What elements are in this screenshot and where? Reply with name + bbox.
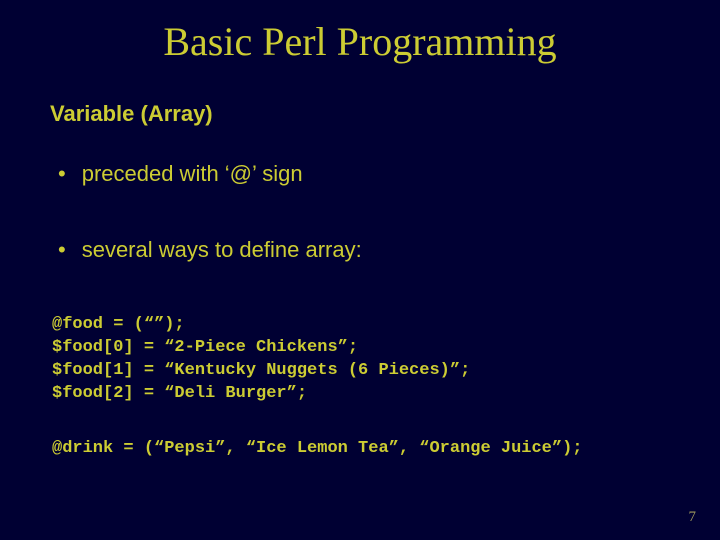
bullet-item: • several ways to define array: [58, 237, 670, 263]
bullet-dot-icon: • [58, 161, 66, 187]
slide: Basic Perl Programming Variable (Array) … [0, 0, 720, 540]
code-block-drink: @drink = (“Pepsi”, “Ice Lemon Tea”, “Ora… [52, 438, 670, 461]
code-block-food: @food = (“”); $food[0] = “2-Piece Chicke… [52, 314, 670, 406]
bullet-text: preceded with ‘@’ sign [82, 161, 303, 187]
slide-subtitle: Variable (Array) [50, 101, 670, 127]
slide-title: Basic Perl Programming [50, 18, 670, 65]
bullet-item: • preceded with ‘@’ sign [58, 161, 670, 187]
page-number: 7 [689, 509, 697, 526]
bullet-text: several ways to define array: [82, 237, 362, 263]
bullet-dot-icon: • [58, 237, 66, 263]
